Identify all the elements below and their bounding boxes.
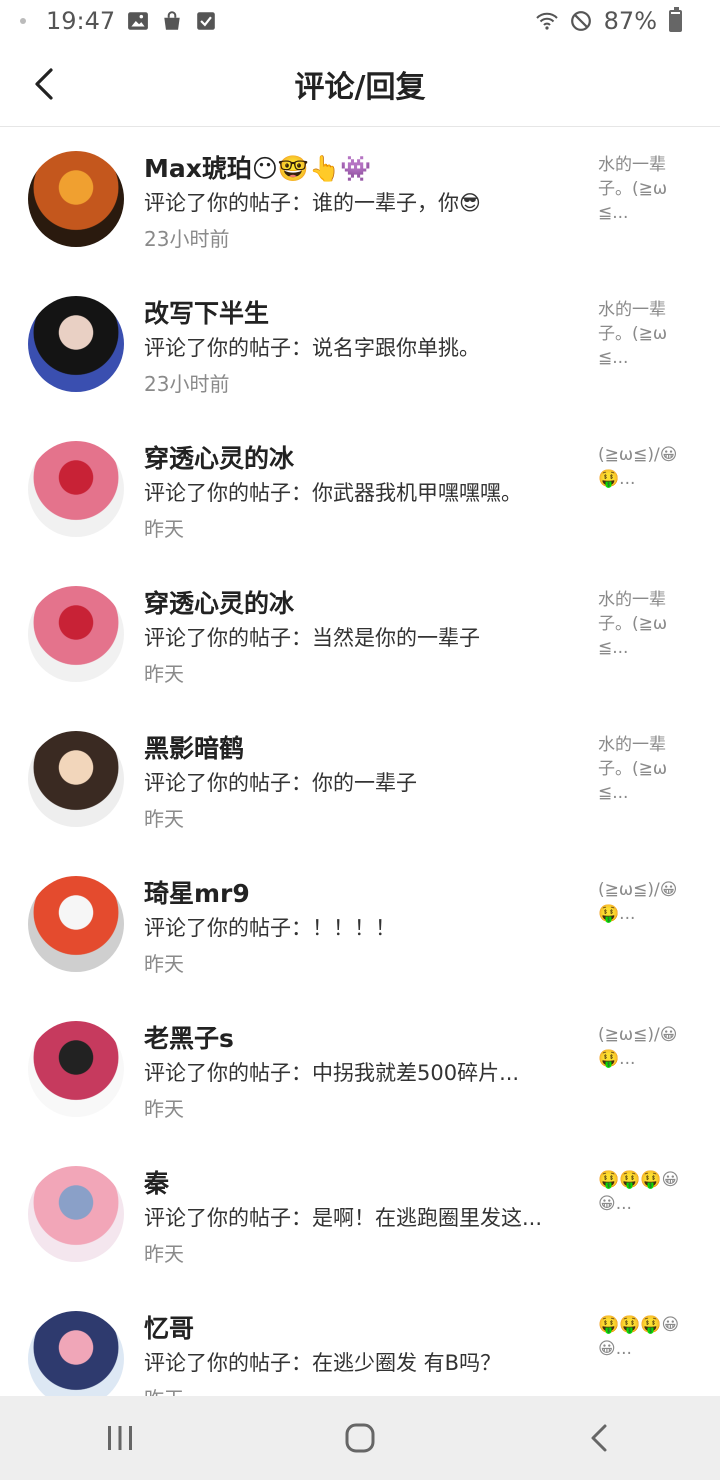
post-preview: 🤑🤑🤑😀😀... [598,1315,680,1359]
system-nav-bar [0,1396,720,1480]
comment-text: 评论了你的帖子：当然是你的一辈子 [144,626,480,650]
avatar[interactable] [28,1166,124,1262]
shopping-bag-icon [161,10,183,32]
avatar[interactable] [28,1021,124,1117]
comment-item[interactable]: 老黑子s 评论了你的帖子：中拐我就差500碎片... 昨天 (≧ω≦)/😀🤑... [0,997,720,1142]
comment-item[interactable]: 黑影暗鹤评论了你的帖子：你的一辈子 昨天 水的一辈子。(≧ω≦... [0,707,720,852]
user-name[interactable]: 穿透心灵的冰 [144,584,294,620]
do-not-disturb-icon [570,10,592,32]
comment-text: 评论了你的帖子：在逃少圈发 有B吗？ [144,1351,502,1375]
battery-level [671,14,680,30]
user-name[interactable]: 黑影暗鹤 [144,729,244,765]
avatar[interactable] [28,296,124,392]
comment-time: 昨天 [144,1097,184,1121]
battery-icon [669,7,682,32]
avatar[interactable] [28,876,124,972]
comment-text: 评论了你的帖子：你的一辈子 [144,771,417,795]
user-name[interactable]: 忆哥 [144,1309,194,1345]
user-name[interactable]: 琦星mr9 [144,874,250,910]
comment-text: 评论了你的帖子：谁的一辈子，你😎 [144,191,481,215]
status-time: 19:47 [46,7,116,35]
status-dot [20,18,26,24]
system-back-button[interactable] [560,1408,640,1468]
avatar[interactable] [28,586,124,682]
comment-time: 昨天 [144,517,184,541]
status-bar: 19:47 87% [0,0,720,42]
user-name[interactable]: 老黑子s [144,1019,234,1055]
comment-text: 评论了你的帖子：！！！！ [144,916,396,940]
wifi-icon [535,10,558,32]
user-name[interactable]: Max琥珀😶🤓👆👾 [144,149,371,185]
status-left: 19:47 [20,7,217,35]
back-button[interactable] [24,64,64,104]
comment-time: 昨天 [144,1383,184,1397]
comment-text: 评论了你的帖子：说名字跟你单挑。 [144,336,480,360]
comment-time: 23小时前 [144,227,230,251]
battery-percent: 87% [603,7,657,35]
comment-item[interactable]: 改写下半生评论了你的帖子：说名字跟你单挑。 23小时前 水的一辈子。(≧ω≦... [0,272,720,417]
post-preview: 水的一辈子。(≧ω≦... [598,300,668,368]
comment-time: 昨天 [144,952,184,976]
user-name[interactable]: 穿透心灵的冰 [144,439,294,475]
comment-item[interactable]: 忆哥评论了你的帖子：在逃少圈发 有B吗？ 昨天 🤑🤑🤑😀😀... [0,1287,720,1397]
user-name[interactable]: 秦 [144,1164,169,1200]
comment-item[interactable]: 穿透心灵的冰评论了你的帖子：当然是你的一辈子 昨天 水的一辈子。(≧ω≦... [0,562,720,707]
recent-apps-button[interactable] [80,1408,160,1468]
comment-text: 评论了你的帖子：你武器我机甲嘿嘿嘿。 [144,481,522,505]
avatar[interactable] [28,1311,124,1397]
back-icon [591,1424,607,1452]
page-title: 评论/回复 [294,70,426,105]
post-preview: (≧ω≦)/😀🤑... [598,445,678,489]
chevron-left-icon [35,68,53,100]
comment-time: 昨天 [144,1242,184,1266]
post-preview: (≧ω≦)/😀🤑... [598,880,678,924]
status-right: 87% [535,7,682,35]
avatar[interactable] [28,441,124,537]
checkbox-icon [195,10,217,32]
avatar[interactable] [28,151,124,247]
comment-text: 评论了你的帖子：中拐我就差500碎片... [144,1061,520,1085]
comment-time: 昨天 [144,662,184,686]
recent-apps-icon [108,1426,132,1450]
comment-item[interactable]: 穿透心灵的冰评论了你的帖子：你武器我机甲嘿嘿嘿。 昨天 (≧ω≦)/😀🤑... [0,417,720,562]
comment-time: 23小时前 [144,372,230,396]
home-icon [345,1423,375,1453]
comment-text: 评论了你的帖子：是啊！在逃跑圈里发这... [144,1206,543,1230]
gallery-icon [127,10,149,32]
home-button[interactable] [320,1408,400,1468]
app-header: 评论/回复 [0,42,720,127]
comment-list[interactable]: Max琥珀😶🤓👆👾 评论了你的帖子：谁的一辈子，你😎 23小时前 水的一辈子。(≧ω≦… [0,127,720,1397]
post-preview: 水的一辈子。(≧ω≦... [598,155,668,223]
post-preview: 🤑🤑🤑😀😀... [598,1170,680,1214]
post-preview: 水的一辈子。(≧ω≦... [598,590,668,658]
avatar[interactable] [28,731,124,827]
comment-time: 昨天 [144,807,184,831]
post-preview: (≧ω≦)/😀🤑... [598,1025,678,1069]
post-preview: 水的一辈子。(≧ω≦... [598,735,668,803]
comment-item[interactable]: 琦星mr9 评论了你的帖子：！！！！ 昨天 (≧ω≦)/😀🤑... [0,852,720,997]
user-name[interactable]: 改写下半生 [144,294,269,330]
comment-item[interactable]: 秦评论了你的帖子：是啊！在逃跑圈里发这... 昨天 🤑🤑🤑😀😀... [0,1142,720,1287]
comment-item[interactable]: Max琥珀😶🤓👆👾 评论了你的帖子：谁的一辈子，你😎 23小时前 水的一辈子。(≧ω≦… [0,127,720,272]
